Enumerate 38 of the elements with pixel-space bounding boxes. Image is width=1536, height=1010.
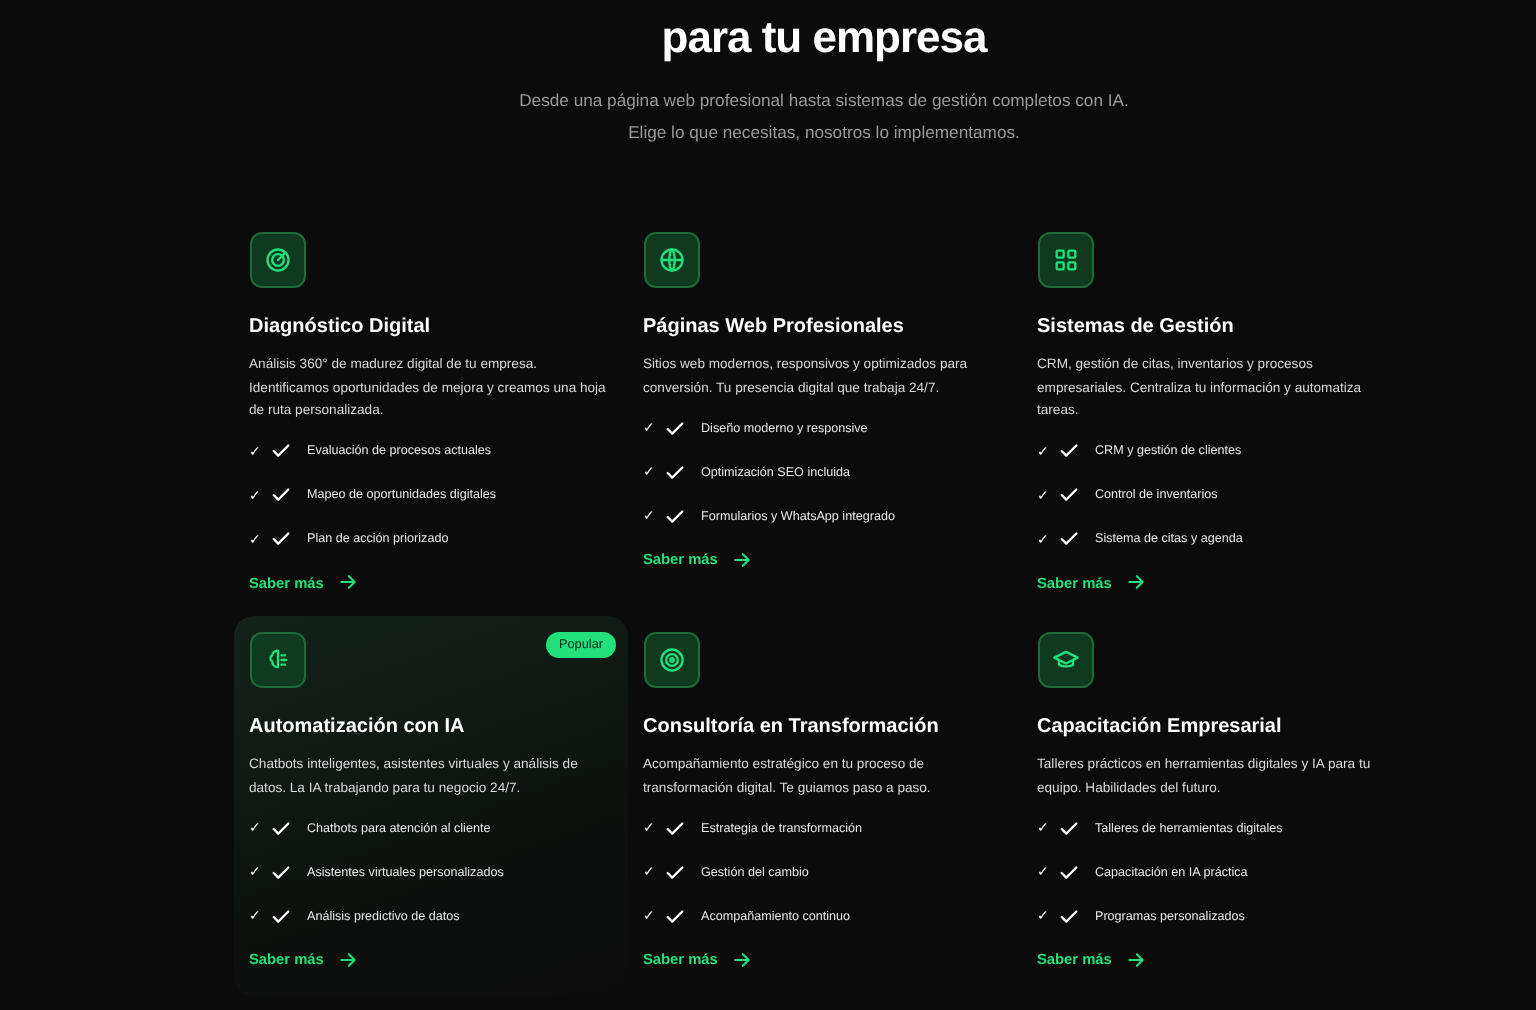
card-title: Automatización con IA [249, 714, 467, 742]
section-title: para tu empresa [661, 10, 987, 66]
check-icon [1057, 528, 1079, 550]
check-icon [663, 817, 685, 839]
card-title: Capacitación Empresarial [1037, 714, 1284, 742]
check-icon [663, 417, 685, 439]
card-title: Consultoría en Transformación [643, 714, 941, 742]
section-subtitle: Desde una página web profesional hasta sistemas de gestión completos con IA. [519, 88, 1129, 114]
arrow-right-icon [1125, 572, 1146, 592]
check-icon [269, 905, 291, 927]
card-title: Sistemas de Gestión [1037, 314, 1236, 342]
card-title: Diagnóstico Digital [249, 314, 433, 342]
target-icon [657, 646, 685, 674]
check-icon [269, 817, 291, 839]
check-icon [269, 528, 291, 550]
arrow-right-icon [731, 549, 752, 569]
radar-icon [263, 246, 291, 274]
check-icon [269, 861, 291, 883]
arrow-right-icon [337, 949, 358, 969]
check-icon [663, 461, 685, 483]
globe-icon [657, 246, 685, 274]
check-icon [1057, 817, 1079, 839]
check-icon [269, 484, 291, 506]
check-icon [663, 905, 685, 927]
arrow-right-icon [731, 949, 752, 969]
arrow-right-icon [337, 572, 358, 592]
check-icon [1057, 440, 1079, 462]
arrow-right-icon [1125, 949, 1146, 969]
check-icon [663, 505, 685, 527]
section-subtitle: Elige lo que necesitas, nosotros lo implementamos. [628, 120, 1020, 146]
card-title: Páginas Web Profesionales [643, 314, 906, 342]
check-icon [1057, 905, 1079, 927]
check-icon [1057, 861, 1079, 883]
check-icon [1057, 484, 1079, 506]
check-icon [269, 440, 291, 462]
grid-icon [1051, 246, 1079, 274]
graduation-cap-icon [1051, 646, 1079, 674]
check-icon [663, 861, 685, 883]
